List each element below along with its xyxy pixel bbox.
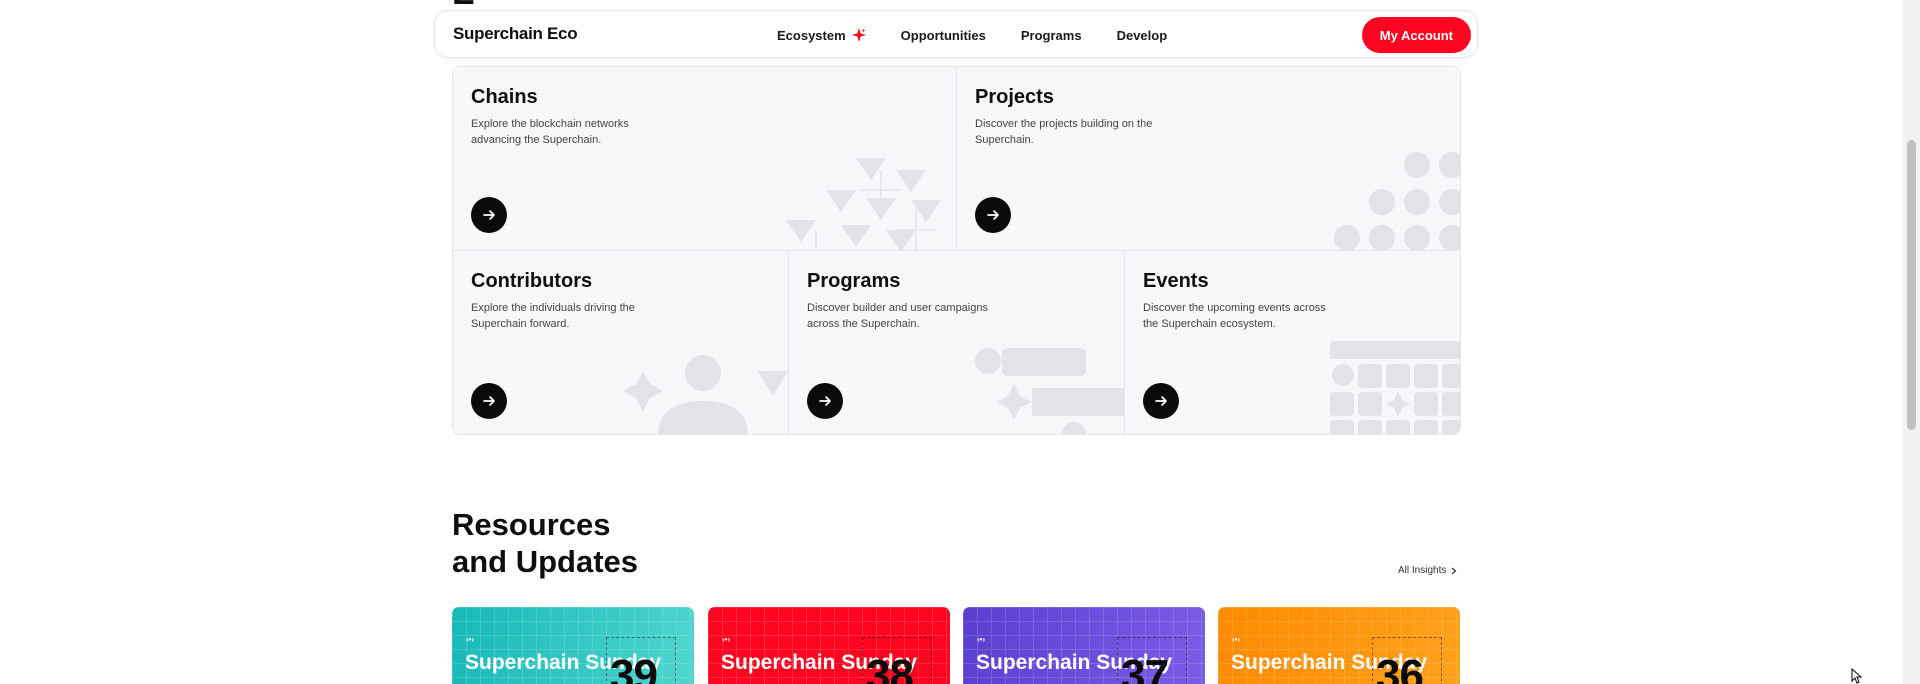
projects-arrow-button[interactable] (975, 197, 1011, 233)
op-logo-icon: ‹•› (722, 635, 731, 644)
my-account-button[interactable]: My Account (1361, 17, 1471, 53)
card-projects-title: Projects (975, 86, 1054, 108)
arrow-right-icon (819, 396, 831, 406)
bar-pattern-icon (975, 348, 1124, 434)
card-programs[interactable]: Programs Discover builder and user campa… (789, 251, 1125, 434)
op-logo-icon: ‹•› (1232, 635, 1241, 644)
scrollbar-thumb[interactable] (1907, 140, 1916, 430)
all-insights-label: All Insights (1398, 565, 1447, 576)
card-contributors[interactable]: Contributors Explore the individuals dri… (453, 251, 789, 434)
arrow-right-icon (987, 210, 999, 220)
card-contributors-description: Explore the individuals driving the Supe… (471, 302, 635, 330)
card-projects-description: Discover the projects building on the Su… (975, 118, 1153, 146)
resource-tile[interactable]: ‹•› Superchain Sunday 38 (708, 607, 950, 684)
nav-opportunities[interactable]: Opportunities (901, 28, 986, 43)
nav-links: Ecosystem Opportunities Programs Develop (777, 11, 1167, 59)
op-logo-icon: ‹•› (977, 635, 986, 644)
card-programs-description: Discover builder and user campaigns acro… (807, 302, 988, 330)
page: E Superchain Eco Ecosystem Opportunities… (0, 0, 1920, 684)
card-events-description: Discover the upcoming events across the … (1143, 302, 1326, 330)
arrow-right-icon (483, 396, 495, 406)
resource-tile[interactable]: ‹•› Superchain Sunday 36 (1218, 607, 1460, 684)
tile-number: 37 (1121, 651, 1169, 684)
tile-number: 39 (610, 651, 658, 684)
nav-ecosystem-label: Ecosystem (777, 27, 846, 43)
navbar: Superchain Eco Ecosystem Opportunities P… (434, 10, 1478, 58)
resources-heading: Resources and Updates (452, 506, 638, 580)
triangle-pattern-icon (786, 158, 941, 250)
nav-develop[interactable]: Develop (1117, 28, 1168, 43)
card-chains-title: Chains (471, 86, 538, 108)
sparkle-icon (851, 28, 866, 42)
nav-programs[interactable]: Programs (1021, 28, 1082, 43)
calendar-pattern-icon (1330, 341, 1460, 434)
chevron-right-icon (1451, 567, 1457, 574)
card-chains[interactable]: Chains Explore the blockchain networks a… (453, 67, 957, 251)
arrow-right-icon (483, 210, 495, 220)
card-programs-title: Programs (807, 270, 901, 292)
card-chains-description: Explore the blockchain networks advancin… (471, 118, 629, 146)
events-arrow-button[interactable] (1143, 383, 1179, 419)
resources-heading-line2: and Updates (452, 544, 639, 579)
arrow-right-icon (1155, 396, 1167, 406)
contributors-arrow-button[interactable] (471, 383, 507, 419)
nav-ecosystem[interactable]: Ecosystem (777, 28, 866, 43)
card-events-title: Events (1143, 270, 1209, 292)
page-scrollbar[interactable] (1903, 0, 1920, 684)
people-pattern-icon (623, 355, 788, 434)
resource-tile[interactable]: ‹•› Superchain Sunday 37 (963, 607, 1205, 684)
card-projects[interactable]: Projects Discover the projects building … (957, 67, 1460, 251)
tile-number: 36 (1376, 651, 1424, 684)
chains-arrow-button[interactable] (471, 197, 507, 233)
explore-grid: Chains Explore the blockchain networks a… (452, 66, 1461, 435)
op-logo-icon: ‹•› (466, 635, 475, 644)
all-insights-link[interactable]: All Insights (1398, 565, 1457, 576)
card-events[interactable]: Events Discover the upcoming events acro… (1125, 251, 1460, 434)
mouse-cursor-icon (1851, 668, 1862, 684)
card-contributors-title: Contributors (471, 270, 593, 292)
tile-number: 38 (866, 651, 914, 684)
site-logo[interactable]: Superchain Eco (453, 24, 578, 44)
resource-tile[interactable]: ‹•› Superchain Sunday 39 (452, 607, 694, 684)
programs-arrow-button[interactable] (807, 383, 843, 419)
gear-pattern-icon (1334, 152, 1460, 250)
resources-heading-line1: Resources (452, 507, 611, 542)
